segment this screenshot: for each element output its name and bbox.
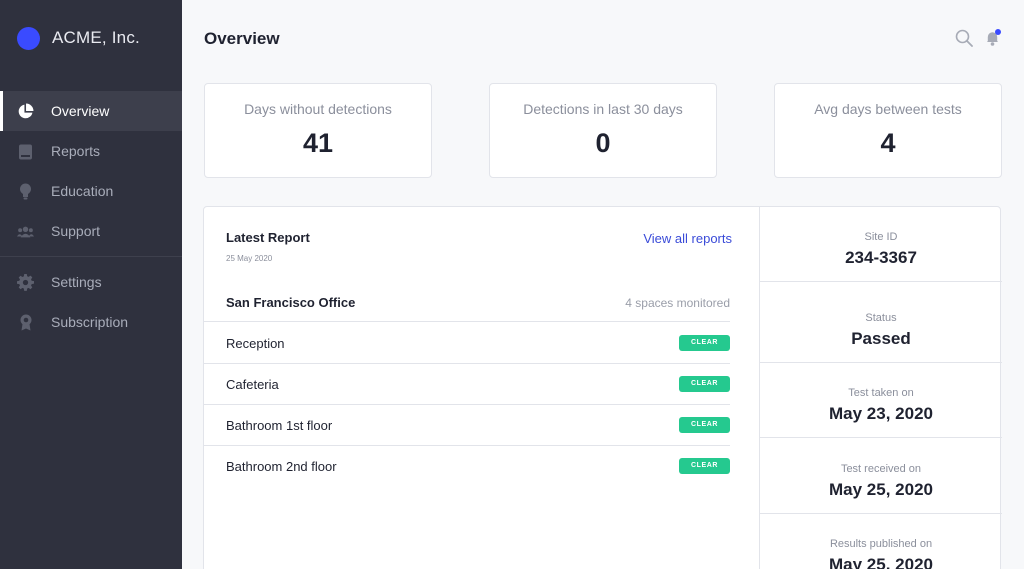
- sidebar: ACME, Inc. Overview Reports Education Su…: [0, 0, 182, 569]
- detail-label: Test taken on: [848, 387, 914, 399]
- brand-name: ACME, Inc.: [52, 28, 140, 47]
- detail-value: Passed: [851, 329, 911, 348]
- sidebar-item-label: Education: [51, 183, 114, 199]
- spaces-monitored-count: 4 spaces monitored: [625, 296, 730, 310]
- view-all-reports-link[interactable]: View all reports: [643, 231, 732, 246]
- sidebar-item-education[interactable]: Education: [0, 171, 182, 211]
- detail-label: Site ID: [864, 231, 898, 243]
- bell-icon[interactable]: [984, 29, 1002, 47]
- page-title: Overview: [204, 29, 280, 48]
- sidebar-item-label: Reports: [51, 143, 101, 159]
- detail-status: Status Passed: [760, 288, 1002, 363]
- list-item[interactable]: Bathroom 1st floor CLEAR: [204, 405, 730, 446]
- stat-value: 0: [595, 128, 611, 158]
- stat-value: 41: [302, 128, 334, 158]
- sidebar-item-subscription[interactable]: Subscription: [0, 302, 182, 342]
- detail-test-taken: Test taken on May 23, 2020: [760, 363, 1002, 438]
- detail-value: 234-3367: [845, 248, 917, 267]
- latest-report-panel: Latest Report 25 May 2020 View all repor…: [203, 206, 1002, 569]
- badge-icon: [17, 314, 34, 331]
- sidebar-item-settings[interactable]: Settings: [0, 262, 182, 302]
- stat-label: Avg days between tests: [814, 101, 962, 117]
- list-item[interactable]: Bathroom 2nd floor CLEAR: [204, 446, 730, 487]
- sidebar-item-reports[interactable]: Reports: [0, 131, 182, 171]
- office-name: San Francisco Office: [226, 295, 356, 310]
- detail-test-received: Test received on May 25, 2020: [760, 439, 1002, 514]
- space-name: Bathroom 1st floor: [226, 418, 333, 433]
- sidebar-divider: [0, 256, 182, 257]
- lightbulb-icon: [17, 183, 34, 200]
- sidebar-item-label: Overview: [51, 103, 110, 119]
- detail-value: May 25, 2020: [829, 480, 933, 499]
- detail-label: Status: [865, 312, 897, 324]
- detail-results-published: Results published on May 25, 2020: [760, 514, 1002, 569]
- detail-value: May 25, 2020: [829, 555, 933, 569]
- stat-value: 4: [880, 128, 896, 158]
- notification-dot: [995, 29, 1001, 35]
- status-badge: CLEAR: [679, 335, 730, 351]
- search-icon[interactable]: [955, 29, 973, 47]
- detail-site-id: Site ID 234-3367: [760, 207, 1002, 282]
- report-section: Latest Report 25 May 2020 View all repor…: [204, 207, 759, 569]
- sidebar-item-label: Support: [51, 223, 101, 239]
- users-icon: [17, 223, 34, 240]
- sidebar-item-support[interactable]: Support: [0, 211, 182, 251]
- brand[interactable]: ACME, Inc.: [17, 26, 140, 50]
- gear-icon: [17, 274, 34, 291]
- space-name: Reception: [226, 336, 285, 351]
- list-item[interactable]: Reception CLEAR: [204, 323, 730, 364]
- sidebar-item-label: Subscription: [51, 314, 129, 330]
- stat-label: Days without detections: [244, 101, 392, 117]
- stat-card-detections-last-30-days: Detections in last 30 days 0: [489, 83, 717, 178]
- report-date: 25 May 2020: [226, 254, 273, 263]
- sidebar-item-label: Settings: [51, 274, 102, 290]
- sidebar-item-overview[interactable]: Overview: [0, 91, 182, 131]
- stat-card-days-without-detections: Days without detections 41: [204, 83, 432, 178]
- status-badge: CLEAR: [679, 458, 730, 474]
- brand-logo: [17, 26, 40, 50]
- report-details: Site ID 234-3367 Status Passed Test take…: [759, 207, 1002, 569]
- stat-card-avg-days-between-tests: Avg days between tests 4: [774, 83, 1002, 178]
- pie-chart-icon: [17, 103, 34, 120]
- detail-value: May 23, 2020: [829, 404, 933, 423]
- office-row: San Francisco Office 4 spaces monitored: [204, 289, 730, 322]
- space-name: Bathroom 2nd floor: [226, 459, 337, 474]
- detail-label: Results published on: [829, 538, 933, 550]
- detail-label: Test received on: [840, 463, 922, 475]
- stat-label: Detections in last 30 days: [523, 101, 683, 117]
- status-badge: CLEAR: [679, 376, 730, 392]
- space-name: Cafeteria: [226, 377, 279, 392]
- status-badge: CLEAR: [679, 417, 730, 433]
- list-item[interactable]: Cafeteria CLEAR: [204, 364, 730, 405]
- report-title: Latest Report: [226, 230, 310, 245]
- book-icon: [17, 143, 34, 160]
